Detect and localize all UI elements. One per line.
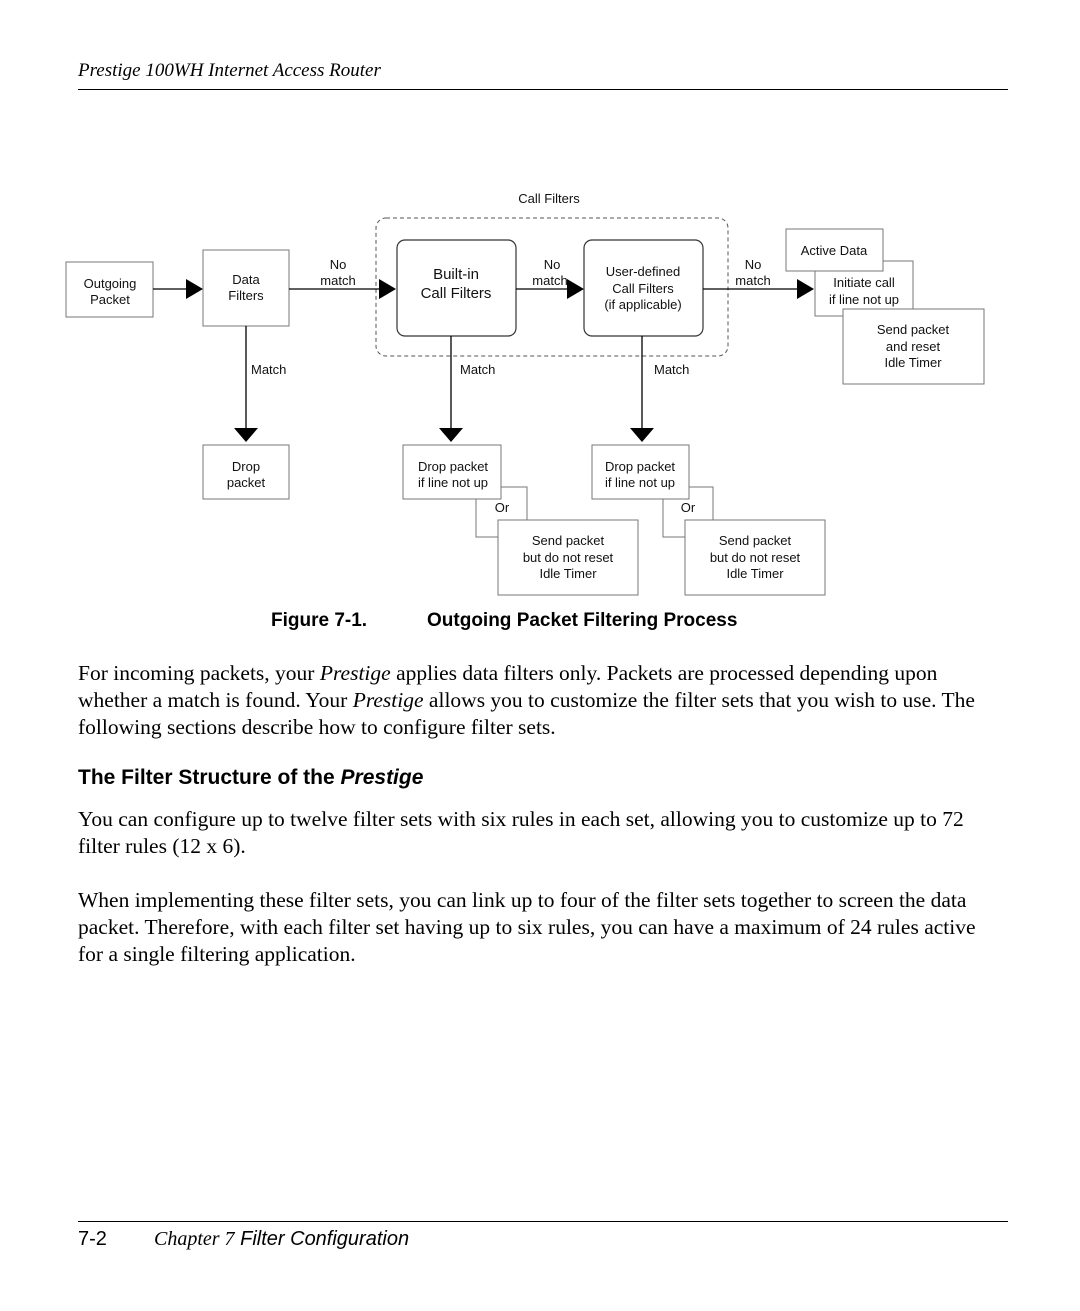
node-label: Send packet (532, 533, 605, 548)
edge-label-or: Or (495, 500, 510, 515)
node-label: if line not up (418, 475, 488, 490)
paragraph-filter-sets: You can configure up to twelve filter se… (78, 807, 964, 858)
header-rule (78, 89, 1008, 90)
edge-label-or: Or (681, 500, 696, 515)
node-label: packet (227, 475, 266, 490)
paragraph-incoming-packets: For incoming packets, your Prestige appl… (78, 660, 978, 741)
heading-text: The Filter Structure of the (78, 766, 341, 789)
edge-label-match: Match (460, 362, 495, 377)
node-data-filters: Data Filters (202, 249, 290, 327)
node-label: Data (232, 272, 260, 287)
edge-label-no-match: No (745, 257, 762, 272)
page-number: 7-2 (78, 1228, 107, 1250)
node-label: (if applicable) (604, 297, 681, 312)
node-label: Drop (232, 459, 260, 474)
node-builtin-call-filters: Built-in Call Filters (396, 239, 517, 337)
node-label: Drop packet (605, 459, 675, 474)
node-label: Call Filters (421, 285, 492, 302)
edge-label-match: Match (251, 362, 286, 377)
figure-number: Figure 7-1. (271, 610, 368, 631)
text-run: For incoming packets, your (78, 661, 320, 685)
node-label: Idle Timer (726, 566, 784, 581)
chapter-label: Chapter 7 (154, 1228, 235, 1250)
node-label: if line not up (829, 292, 899, 307)
arrow-head-icon (379, 279, 396, 299)
footer-rule (78, 1221, 1008, 1222)
node-label: but do not reset (523, 550, 614, 565)
node-label: Idle Timer (539, 566, 597, 581)
arrow-head-icon (630, 428, 654, 442)
product-name: Prestige (319, 661, 391, 685)
node-label: and reset (886, 339, 941, 354)
arrow-head-icon (186, 279, 203, 299)
product-name: Prestige (352, 688, 424, 712)
edge-label-no-match: match (532, 273, 567, 288)
figure-caption: Figure 7-1. Outgoing Packet Filtering Pro… (271, 610, 737, 632)
paragraph-linking-filter-sets: When implementing these filter sets, you… (78, 888, 976, 966)
node-label: Packet (90, 292, 130, 307)
running-header: Prestige 100WH Internet Access Router (78, 60, 381, 81)
arrow-head-icon (234, 428, 258, 442)
node-label: Idle Timer (884, 355, 942, 370)
edge-label-no-match: match (320, 273, 355, 288)
node-label: Outgoing (84, 276, 137, 291)
edge-label-no-match: No (544, 257, 561, 272)
node-label: but do not reset (710, 550, 801, 565)
node-active-data-stack: Active Data Initiate call if line not up… (785, 228, 985, 385)
node-label: Drop packet (418, 459, 488, 474)
page-footer: 7-2 Chapter 7 Filter Configuration (78, 1228, 409, 1251)
arrow-head-icon (567, 279, 584, 299)
node-user-defined-call-filters: User-defined Call Filters (if applicable… (583, 239, 704, 337)
node-label: Built-in (433, 266, 479, 283)
node-label: Initiate call (833, 275, 895, 290)
call-filters-group-label: Call Filters (518, 191, 580, 206)
node-label: Filters (228, 288, 264, 303)
outgoing-packet-filtering-diagram: Call Filters Outgoing Packet Data Filter… (65, 191, 985, 596)
node-label: Send packet (877, 322, 950, 337)
arrow-head-icon (439, 428, 463, 442)
node-outgoing-packet: Outgoing Packet (65, 261, 154, 318)
node-drop-packet: Drop packet (202, 444, 290, 500)
node-label: Send packet (719, 533, 792, 548)
node-label: User-defined (606, 264, 680, 279)
edge-label-match: Match (654, 362, 689, 377)
node-label: Active Data (801, 243, 868, 258)
edge-label-no-match: match (735, 273, 770, 288)
node-label: Call Filters (612, 281, 674, 296)
node-label: if line not up (605, 475, 675, 490)
figure-title: Outgoing Packet Filtering Process (427, 610, 738, 631)
edge-label-no-match: No (330, 257, 347, 272)
chapter-title: Filter Configuration (234, 1228, 410, 1250)
section-heading: The Filter Structure of the Prestige (78, 766, 423, 790)
heading-product-name: Prestige (340, 766, 424, 789)
arrow-head-icon (797, 279, 814, 299)
